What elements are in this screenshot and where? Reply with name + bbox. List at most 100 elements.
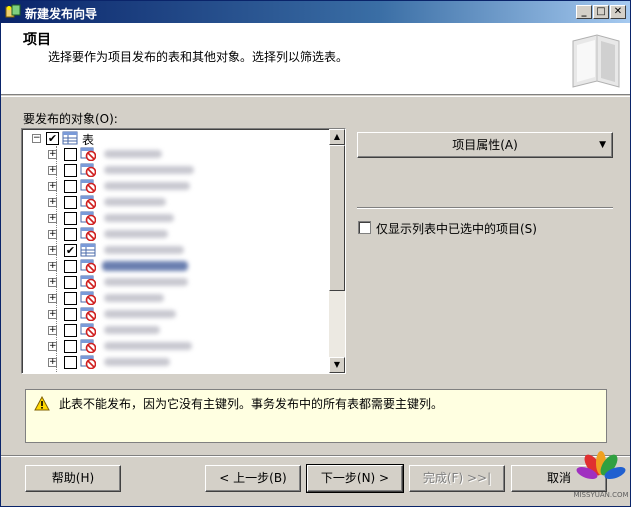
table-checkbox[interactable]	[64, 228, 77, 241]
options-divider	[357, 207, 613, 209]
finish-button[interactable]: 完成(F) >>|	[409, 465, 505, 492]
table-checkbox[interactable]	[64, 324, 77, 337]
scroll-thumb[interactable]	[329, 145, 345, 291]
expand-icon[interactable]: +	[48, 166, 57, 175]
collapse-icon[interactable]: −	[32, 134, 41, 143]
table-row[interactable]: +	[22, 162, 330, 178]
table-name	[104, 230, 168, 238]
selected-table-name	[102, 261, 188, 271]
table-no-primary-key-icon	[80, 291, 96, 305]
table-checkbox[interactable]	[64, 308, 77, 321]
close-button[interactable]: ✕	[610, 5, 626, 19]
watermark-text: MISSYUAN.COM	[573, 491, 628, 499]
table-icon	[62, 131, 78, 145]
warning-panel: 此表不能发布，因为它没有主键列。事务发布中的所有表都需要主键列。	[25, 389, 607, 443]
table-no-primary-key-icon	[80, 307, 96, 321]
table-row[interactable]: +	[22, 290, 330, 306]
table-name	[104, 214, 174, 222]
expand-icon[interactable]: +	[48, 342, 57, 351]
header-divider	[1, 96, 630, 97]
next-button[interactable]: 下一步(N) >	[306, 464, 404, 493]
table-icon	[80, 243, 96, 257]
scroll-down-button[interactable]: ▼	[329, 357, 345, 373]
table-checkbox[interactable]	[64, 212, 77, 225]
show-selected-checkbox[interactable]	[358, 221, 371, 234]
root-checkbox[interactable]: ✔	[46, 132, 59, 145]
table-row[interactable]: +	[22, 194, 330, 210]
table-row[interactable]: +	[22, 210, 330, 226]
table-no-primary-key-icon	[80, 339, 96, 353]
table-row[interactable]: +	[22, 306, 330, 322]
table-no-primary-key-icon	[80, 323, 96, 337]
expand-icon[interactable]: +	[48, 214, 57, 223]
table-no-primary-key-icon	[80, 259, 96, 273]
table-row[interactable]: +	[22, 274, 330, 290]
table-name	[104, 294, 164, 302]
table-checkbox[interactable]	[64, 356, 77, 369]
dropdown-arrow-icon: ▼	[599, 140, 606, 150]
back-button[interactable]: < 上一步(B)	[205, 465, 301, 492]
objects-tree[interactable]: − ✔ 表 + + + + + + + ✔ + + + + + + + ▲ ▼	[21, 128, 346, 374]
expand-icon[interactable]: +	[48, 246, 57, 255]
table-checkbox[interactable]	[64, 148, 77, 161]
table-name	[104, 278, 188, 286]
table-name	[104, 166, 194, 174]
table-checkbox[interactable]: ✔	[64, 244, 77, 257]
table-name	[104, 150, 162, 158]
tree-vertical-scrollbar[interactable]: ▲ ▼	[329, 129, 345, 373]
table-no-primary-key-icon	[80, 275, 96, 289]
expand-icon[interactable]: +	[48, 262, 57, 271]
wizard-window: 新建发布向导 _ □ ✕ 项目 选择要作为项目发布的表和其他对象。选择列以筛选表…	[0, 0, 631, 507]
table-no-primary-key-icon	[80, 355, 96, 369]
help-button[interactable]: 帮助(H)	[25, 465, 121, 492]
expand-icon[interactable]: +	[48, 150, 57, 159]
table-checkbox[interactable]	[64, 340, 77, 353]
show-selected-label[interactable]: 仅显示列表中已选中的项目(S)	[376, 220, 537, 237]
table-no-primary-key-icon	[80, 227, 96, 241]
table-row[interactable]: +	[22, 258, 330, 274]
wizard-header: 项目 选择要作为项目发布的表和其他对象。选择列以筛选表。	[1, 23, 630, 95]
table-row[interactable]: +	[22, 146, 330, 162]
expand-icon[interactable]: +	[48, 278, 57, 287]
watermark-logo: MISSYUAN.COM	[573, 451, 629, 499]
expand-icon[interactable]: +	[48, 310, 57, 319]
table-checkbox[interactable]	[64, 164, 77, 177]
table-name	[104, 326, 160, 334]
table-checkbox[interactable]	[64, 292, 77, 305]
table-no-primary-key-icon	[80, 163, 96, 177]
table-name	[104, 358, 170, 366]
table-row[interactable]: +	[22, 226, 330, 242]
scroll-up-button[interactable]: ▲	[329, 129, 345, 145]
table-name	[104, 310, 176, 318]
table-name	[104, 246, 184, 254]
minimize-button[interactable]: _	[576, 5, 592, 19]
table-row[interactable]: +	[22, 354, 330, 370]
table-checkbox[interactable]	[64, 260, 77, 273]
title-bar[interactable]: 新建发布向导 _ □ ✕	[1, 1, 630, 23]
table-checkbox[interactable]	[64, 180, 77, 193]
table-no-primary-key-icon	[80, 147, 96, 161]
table-row[interactable]: +	[22, 178, 330, 194]
publication-book-icon	[572, 34, 620, 88]
table-no-primary-key-icon	[80, 179, 96, 193]
table-checkbox[interactable]	[64, 196, 77, 209]
project-properties-label: 项目属性(A)	[452, 138, 518, 152]
objects-label: 要发布的对象(O):	[23, 112, 118, 126]
expand-icon[interactable]: +	[48, 294, 57, 303]
expand-icon[interactable]: +	[48, 198, 57, 207]
window-title: 新建发布向导	[25, 7, 98, 21]
table-checkbox[interactable]	[64, 276, 77, 289]
expand-icon[interactable]: +	[48, 326, 57, 335]
maximize-button[interactable]: □	[593, 5, 609, 19]
table-row[interactable]: + ✔	[22, 242, 330, 258]
table-no-primary-key-icon	[80, 195, 96, 209]
wizard-app-icon	[5, 4, 21, 18]
project-properties-button[interactable]: 项目属性(A) ▼	[357, 132, 613, 158]
table-row[interactable]: +	[22, 338, 330, 354]
table-row[interactable]: +	[22, 322, 330, 338]
tree-row-tables-root[interactable]: − ✔ 表	[22, 130, 330, 147]
expand-icon[interactable]: +	[48, 230, 57, 239]
warning-icon	[34, 396, 50, 411]
expand-icon[interactable]: +	[48, 182, 57, 191]
expand-icon[interactable]: +	[48, 358, 57, 367]
